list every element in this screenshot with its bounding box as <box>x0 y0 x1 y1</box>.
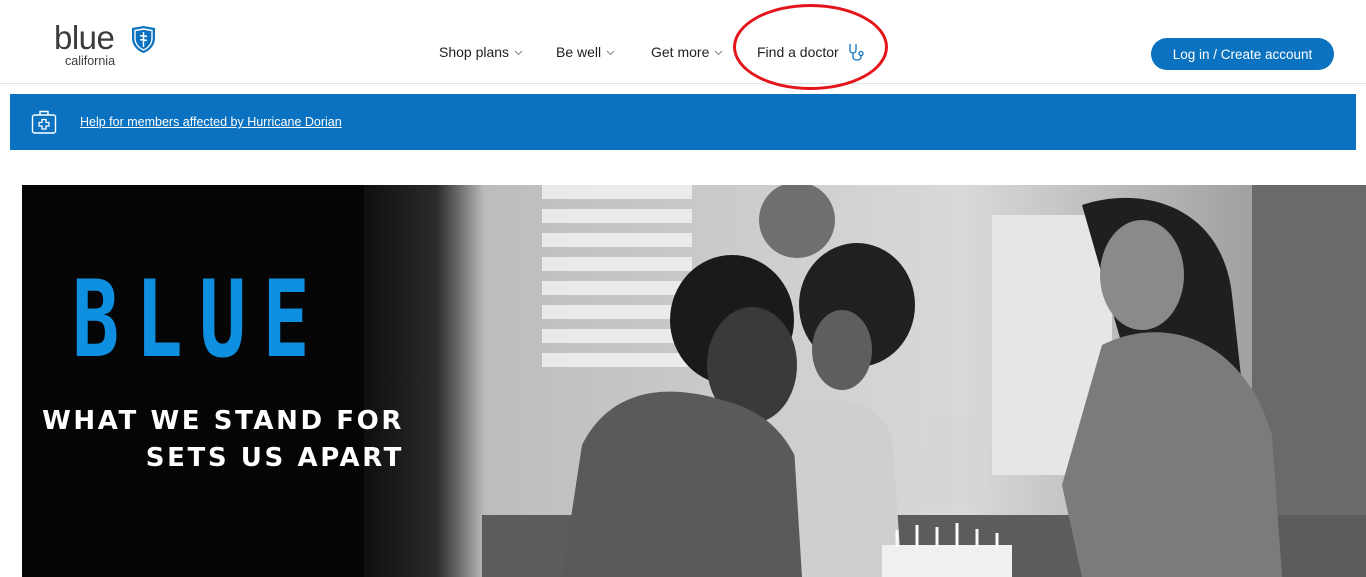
nav-find-a-doctor-label: Find a doctor <box>757 44 839 60</box>
logo-word: blue <box>54 19 115 56</box>
hero-tagline-line-2: SETS US APART <box>145 443 404 473</box>
shield-icon <box>132 26 155 53</box>
stethoscope-icon <box>849 44 864 61</box>
hero-headline: BLUE <box>72 258 327 381</box>
nav-get-more-label: Get more <box>651 44 710 60</box>
hero-tagline-line-1: WHAT WE STAND FOR <box>42 406 404 436</box>
logo-subtitle: california <box>65 54 116 68</box>
alert-banner: Help for members affected by Hurricane D… <box>10 94 1356 150</box>
chevron-down-icon <box>715 50 723 55</box>
nav-get-more[interactable]: Get more <box>651 40 723 64</box>
hero-black-panel <box>22 185 364 577</box>
hurricane-help-link[interactable]: Help for members affected by Hurricane D… <box>80 115 342 129</box>
nav-shop-plans[interactable]: Shop plans <box>439 40 523 64</box>
site-header: blue california Shop plans Be well Get m… <box>0 0 1366 90</box>
nav-find-a-doctor[interactable]: Find a doctor <box>757 40 866 64</box>
nav-be-well[interactable]: Be well <box>556 40 615 64</box>
chevron-down-icon <box>606 50 615 55</box>
nav-shop-plans-label: Shop plans <box>439 44 510 60</box>
nav-be-well-label: Be well <box>556 44 602 60</box>
first-aid-kit-icon <box>31 110 57 134</box>
chevron-down-icon <box>514 50 523 55</box>
hero-banner: BLUE WHAT WE STAND FOR SETS US APART <box>22 185 1366 577</box>
login-create-account-button[interactable]: Log in / Create account <box>1151 38 1334 70</box>
hero-fade <box>364 185 484 577</box>
blue-shield-california-logo[interactable]: blue california <box>54 21 174 75</box>
